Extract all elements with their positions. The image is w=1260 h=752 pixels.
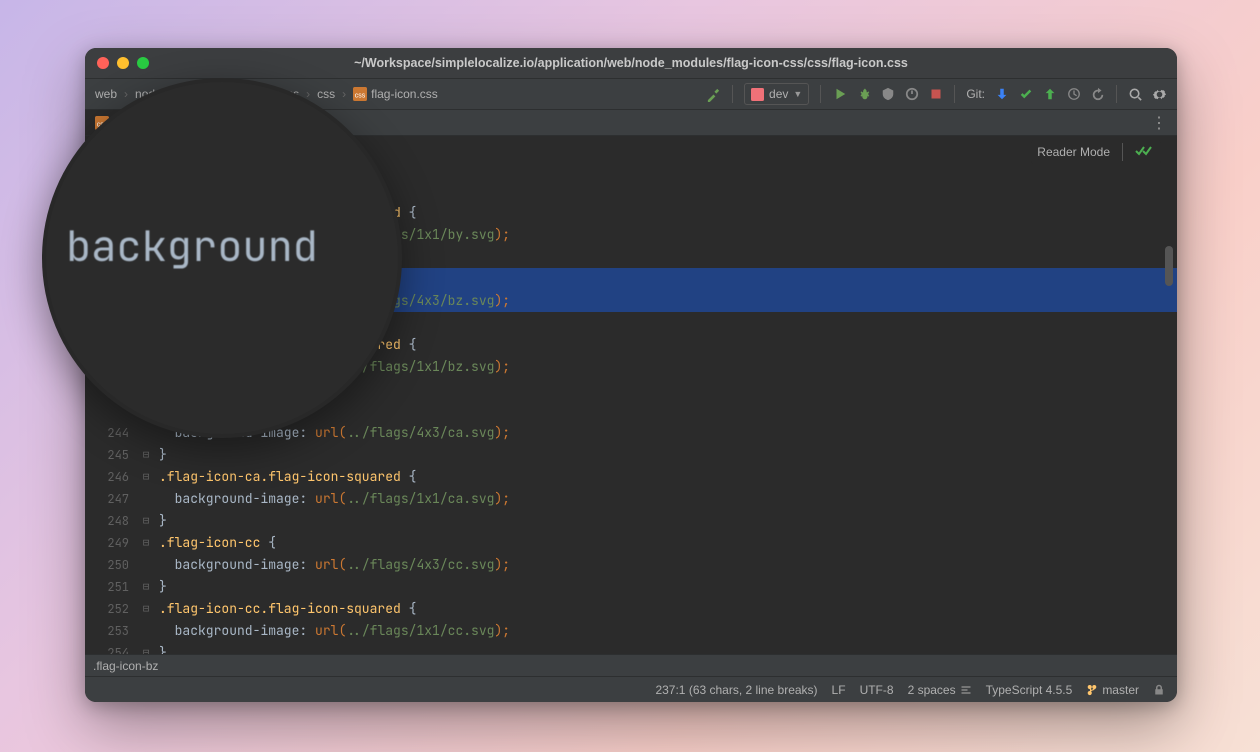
code-text: background-image: url(../flags/1x1/ca.sv… [155,488,510,510]
readonly-lock-icon[interactable] [1153,684,1165,696]
vcs-update-icon[interactable] [994,87,1009,102]
fold-toggle-icon[interactable]: ⊟ [137,642,155,654]
separator [1122,143,1123,161]
line-number: 248 [85,510,137,532]
code-text: background-image: url(../flags/1x1/cc.sv… [155,620,510,642]
line-number: 253 [85,620,137,642]
fold-toggle-icon[interactable]: ⊟ [137,466,155,488]
code-line[interactable]: 252⊟.flag-icon-cc.flag-icon-squared { [85,598,1177,620]
settings-gear-icon[interactable] [1152,87,1167,102]
git-branch[interactable]: master [1086,683,1139,697]
code-line[interactable]: 250 background-image: url(../flags/4x3/c… [85,554,1177,576]
js-config-icon [751,88,764,101]
language-level[interactable]: TypeScript 4.5.5 [986,683,1073,697]
code-text: .flag-icon-cc { [155,532,276,554]
line-number: 249 [85,532,137,554]
reader-mode-label[interactable]: Reader Mode [1037,145,1110,159]
structure-path: .flag-icon-bz [93,659,158,673]
caret-position[interactable]: 237:1 (63 chars, 2 line breaks) [655,683,817,697]
separator [954,85,955,103]
fold-toggle-icon[interactable]: ⊟ [137,598,155,620]
line-number: 254 [85,642,137,654]
fold-toggle-icon[interactable]: ⊟ [137,444,155,466]
mag-line-bulb: ⊟ [66,396,398,438]
vcs-push-icon[interactable] [1042,87,1057,102]
code-text: .flag-icon-cc.flag-icon-squared { [155,598,416,620]
code-text: } [155,576,167,598]
indent-settings[interactable]: 2 spaces [908,683,972,697]
code-line[interactable]: 248⊟} [85,510,1177,532]
mag-line-1: background [66,216,398,276]
code-text: } [155,642,167,654]
toolbar: dev ▼ Git: [706,83,1177,105]
code-text: } [155,510,167,532]
status-bar: 237:1 (63 chars, 2 line breaks) LF UTF-8… [85,676,1177,702]
code-line[interactable]: 251⊟} [85,576,1177,598]
line-separator[interactable]: LF [832,683,846,697]
fold-toggle-icon[interactable]: ⊟ [137,510,155,532]
line-number: 251 [85,576,137,598]
code-text: .flag-icon-ca.flag-icon-squared { [155,466,416,488]
inspections-ok-icon[interactable] [1135,145,1155,160]
separator [820,85,821,103]
branch-icon [1086,684,1098,696]
tab-options-icon[interactable]: ⋮ [1141,110,1177,135]
run-config-label: dev [769,87,788,101]
code-line[interactable]: 249⊟.flag-icon-cc { [85,532,1177,554]
line-number: 247 [85,488,137,510]
history-icon[interactable] [1066,87,1081,102]
line-number: 252 [85,598,137,620]
code-line[interactable]: 247 background-image: url(../flags/1x1/c… [85,488,1177,510]
scrollbar-thumb[interactable] [1165,246,1173,286]
debug-icon[interactable] [856,87,871,102]
intention-bulb-icon [91,405,133,438]
structure-breadcrumb[interactable]: .flag-icon-bz [85,654,1177,676]
titlebar: ~/Workspace/simplelocalize.io/applicatio… [85,48,1177,78]
code-line[interactable]: 245⊟} [85,444,1177,466]
run-icon[interactable] [832,87,847,102]
coverage-icon[interactable] [880,87,895,102]
code-line[interactable]: 246⊟.flag-icon-ca.flag-icon-squared { [85,466,1177,488]
code-line[interactable]: 254⊟} [85,642,1177,654]
separator [1116,85,1117,103]
line-number: 246 [85,466,137,488]
window-title: ~/Workspace/simplelocalize.io/applicatio… [85,56,1177,70]
minimize-window-button[interactable] [117,57,129,69]
vcs-commit-icon[interactable] [1018,87,1033,102]
stop-icon[interactable] [928,87,943,102]
fold-toggle-icon[interactable]: ⊟ [137,576,155,598]
line-number: 250 [85,554,137,576]
indent-icon [960,684,972,696]
profiler-icon[interactable] [904,87,919,102]
code-text: background-image: url(../flags/4x3/cc.sv… [155,554,510,576]
close-window-button[interactable] [97,57,109,69]
code-text: } [155,444,167,466]
run-configuration-selector[interactable]: dev ▼ [744,83,809,105]
code-line[interactable]: 253 background-image: url(../flags/1x1/c… [85,620,1177,642]
git-label: Git: [966,87,985,101]
rollback-icon[interactable] [1090,87,1105,102]
separator [732,85,733,103]
window-controls [97,57,149,69]
file-encoding[interactable]: UTF-8 [860,683,894,697]
fold-toggle-icon[interactable]: ⊟ [137,532,155,554]
line-number: 245 [85,444,137,466]
zoom-lens-overlay: background ⊟ .flag-icon-bz { background-… [42,78,402,438]
build-hammer-icon[interactable] [706,87,721,102]
chevron-down-icon: ▼ [793,89,802,99]
search-icon[interactable] [1128,87,1143,102]
zoom-window-button[interactable] [137,57,149,69]
reader-mode-banner: Reader Mode [1031,140,1161,164]
